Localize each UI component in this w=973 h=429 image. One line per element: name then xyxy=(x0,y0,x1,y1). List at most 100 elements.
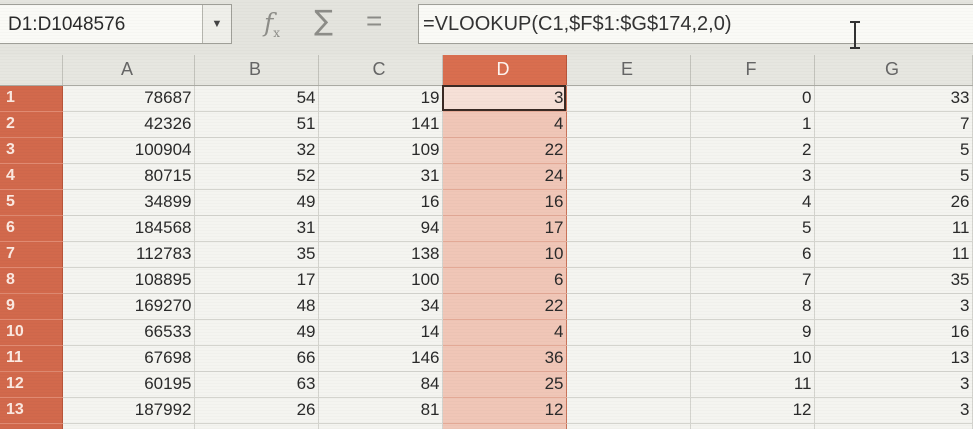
row-header-1[interactable]: 1 xyxy=(0,85,63,112)
cell-e6[interactable] xyxy=(566,215,691,242)
equals-formula-icon[interactable]: = xyxy=(366,5,382,37)
cell-f5[interactable]: 4 xyxy=(690,189,815,216)
cell-a14[interactable] xyxy=(62,423,195,429)
cell-a5[interactable]: 34899 xyxy=(62,189,195,216)
cell-d9[interactable]: 22 xyxy=(441,293,567,320)
cell-f6[interactable]: 5 xyxy=(690,215,815,242)
cell-a9[interactable]: 169270 xyxy=(62,293,195,320)
cell-a7[interactable]: 112783 xyxy=(62,241,195,268)
row-header-5[interactable]: 5 xyxy=(0,189,63,216)
cell-a13[interactable]: 187992 xyxy=(62,397,195,424)
column-header-e[interactable]: E xyxy=(566,55,691,86)
cell-g13[interactable]: 3 xyxy=(814,397,973,424)
select-all-corner[interactable] xyxy=(0,55,63,86)
column-header-a[interactable]: A xyxy=(62,55,195,86)
cell-f2[interactable]: 1 xyxy=(690,111,815,138)
cell-g6[interactable]: 11 xyxy=(814,215,973,242)
cell-c3[interactable]: 109 xyxy=(318,137,443,164)
cell-e3[interactable] xyxy=(566,137,691,164)
cell-e9[interactable] xyxy=(566,293,691,320)
cell-d14[interactable] xyxy=(441,423,567,429)
cell-g1[interactable]: 33 xyxy=(814,85,973,112)
cell-f7[interactable]: 6 xyxy=(690,241,815,268)
cell-f14[interactable] xyxy=(690,423,815,429)
row-header-11[interactable]: 11 xyxy=(0,345,63,372)
row-header-10[interactable]: 10 xyxy=(0,319,63,346)
cell-d8[interactable]: 6 xyxy=(441,267,567,294)
cell-c10[interactable]: 14 xyxy=(318,319,443,346)
cell-a2[interactable]: 42326 xyxy=(62,111,195,138)
cell-d4[interactable]: 24 xyxy=(441,163,567,190)
formula-input[interactable]: =VLOOKUP(C1,$F$1:$G$174,2,0) xyxy=(418,4,973,44)
cell-b14[interactable] xyxy=(194,423,319,429)
cell-c11[interactable]: 146 xyxy=(318,345,443,372)
cell-b1[interactable]: 54 xyxy=(194,85,319,112)
column-header-c[interactable]: C xyxy=(318,55,443,86)
cell-b4[interactable]: 52 xyxy=(194,163,319,190)
cell-b2[interactable]: 51 xyxy=(194,111,319,138)
cell-c1[interactable]: 19 xyxy=(318,85,443,112)
cell-f12[interactable]: 11 xyxy=(690,371,815,398)
column-header-g[interactable]: G xyxy=(814,55,973,86)
cell-c9[interactable]: 34 xyxy=(318,293,443,320)
column-header-d[interactable]: D xyxy=(442,55,567,86)
cell-g14[interactable] xyxy=(814,423,973,429)
cell-d7[interactable]: 10 xyxy=(441,241,567,268)
row-header-14[interactable]: 14 xyxy=(0,423,63,429)
cell-f10[interactable]: 9 xyxy=(690,319,815,346)
cell-e11[interactable] xyxy=(566,345,691,372)
cell-d12[interactable]: 25 xyxy=(441,371,567,398)
row-header-7[interactable]: 7 xyxy=(0,241,63,268)
cell-a6[interactable]: 184568 xyxy=(62,215,195,242)
cell-f4[interactable]: 3 xyxy=(690,163,815,190)
cell-a4[interactable]: 80715 xyxy=(62,163,195,190)
cell-c13[interactable]: 81 xyxy=(318,397,443,424)
cell-f3[interactable]: 2 xyxy=(690,137,815,164)
cell-b6[interactable]: 31 xyxy=(194,215,319,242)
cell-d5[interactable]: 16 xyxy=(441,189,567,216)
cell-e13[interactable] xyxy=(566,397,691,424)
cell-f1[interactable]: 0 xyxy=(690,85,815,112)
row-header-4[interactable]: 4 xyxy=(0,163,63,190)
cell-b8[interactable]: 17 xyxy=(194,267,319,294)
cell-b13[interactable]: 26 xyxy=(194,397,319,424)
row-header-6[interactable]: 6 xyxy=(0,215,63,242)
cell-a1[interactable]: 78687 xyxy=(62,85,195,112)
chevron-down-icon[interactable]: ▼ xyxy=(202,5,231,43)
cell-f11[interactable]: 10 xyxy=(690,345,815,372)
name-box-value[interactable]: D1:D1048576 xyxy=(8,14,125,36)
cell-g7[interactable]: 11 xyxy=(814,241,973,268)
cell-g12[interactable]: 3 xyxy=(814,371,973,398)
row-header-13[interactable]: 13 xyxy=(0,397,63,424)
cell-b12[interactable]: 63 xyxy=(194,371,319,398)
cell-b5[interactable]: 49 xyxy=(194,189,319,216)
name-box[interactable]: D1:D1048576 ▼ xyxy=(0,4,232,44)
formula-text[interactable]: =VLOOKUP(C1,$F$1:$G$174,2,0) xyxy=(423,13,732,36)
cell-b7[interactable]: 35 xyxy=(194,241,319,268)
cell-c2[interactable]: 141 xyxy=(318,111,443,138)
cell-d6[interactable]: 17 xyxy=(441,215,567,242)
cell-g10[interactable]: 16 xyxy=(814,319,973,346)
cell-d3[interactable]: 22 xyxy=(441,137,567,164)
cell-d11[interactable]: 36 xyxy=(441,345,567,372)
cell-g11[interactable]: 13 xyxy=(814,345,973,372)
cell-a3[interactable]: 100904 xyxy=(62,137,195,164)
cell-d10[interactable]: 4 xyxy=(441,319,567,346)
cell-c6[interactable]: 94 xyxy=(318,215,443,242)
row-header-9[interactable]: 9 xyxy=(0,293,63,320)
cell-d1[interactable]: 3 xyxy=(441,85,567,112)
cell-e12[interactable] xyxy=(566,371,691,398)
cell-d2[interactable]: 4 xyxy=(441,111,567,138)
function-wizard-icon[interactable]: fx xyxy=(264,8,280,40)
cell-e14[interactable] xyxy=(566,423,691,429)
column-header-b[interactable]: B xyxy=(194,55,319,86)
sum-icon[interactable]: ∑ xyxy=(314,4,333,37)
cell-b10[interactable]: 49 xyxy=(194,319,319,346)
cell-e4[interactable] xyxy=(566,163,691,190)
cell-a12[interactable]: 60195 xyxy=(62,371,195,398)
cell-c4[interactable]: 31 xyxy=(318,163,443,190)
cell-g9[interactable]: 3 xyxy=(814,293,973,320)
row-header-2[interactable]: 2 xyxy=(0,111,63,138)
row-header-8[interactable]: 8 xyxy=(0,267,63,294)
cell-c12[interactable]: 84 xyxy=(318,371,443,398)
